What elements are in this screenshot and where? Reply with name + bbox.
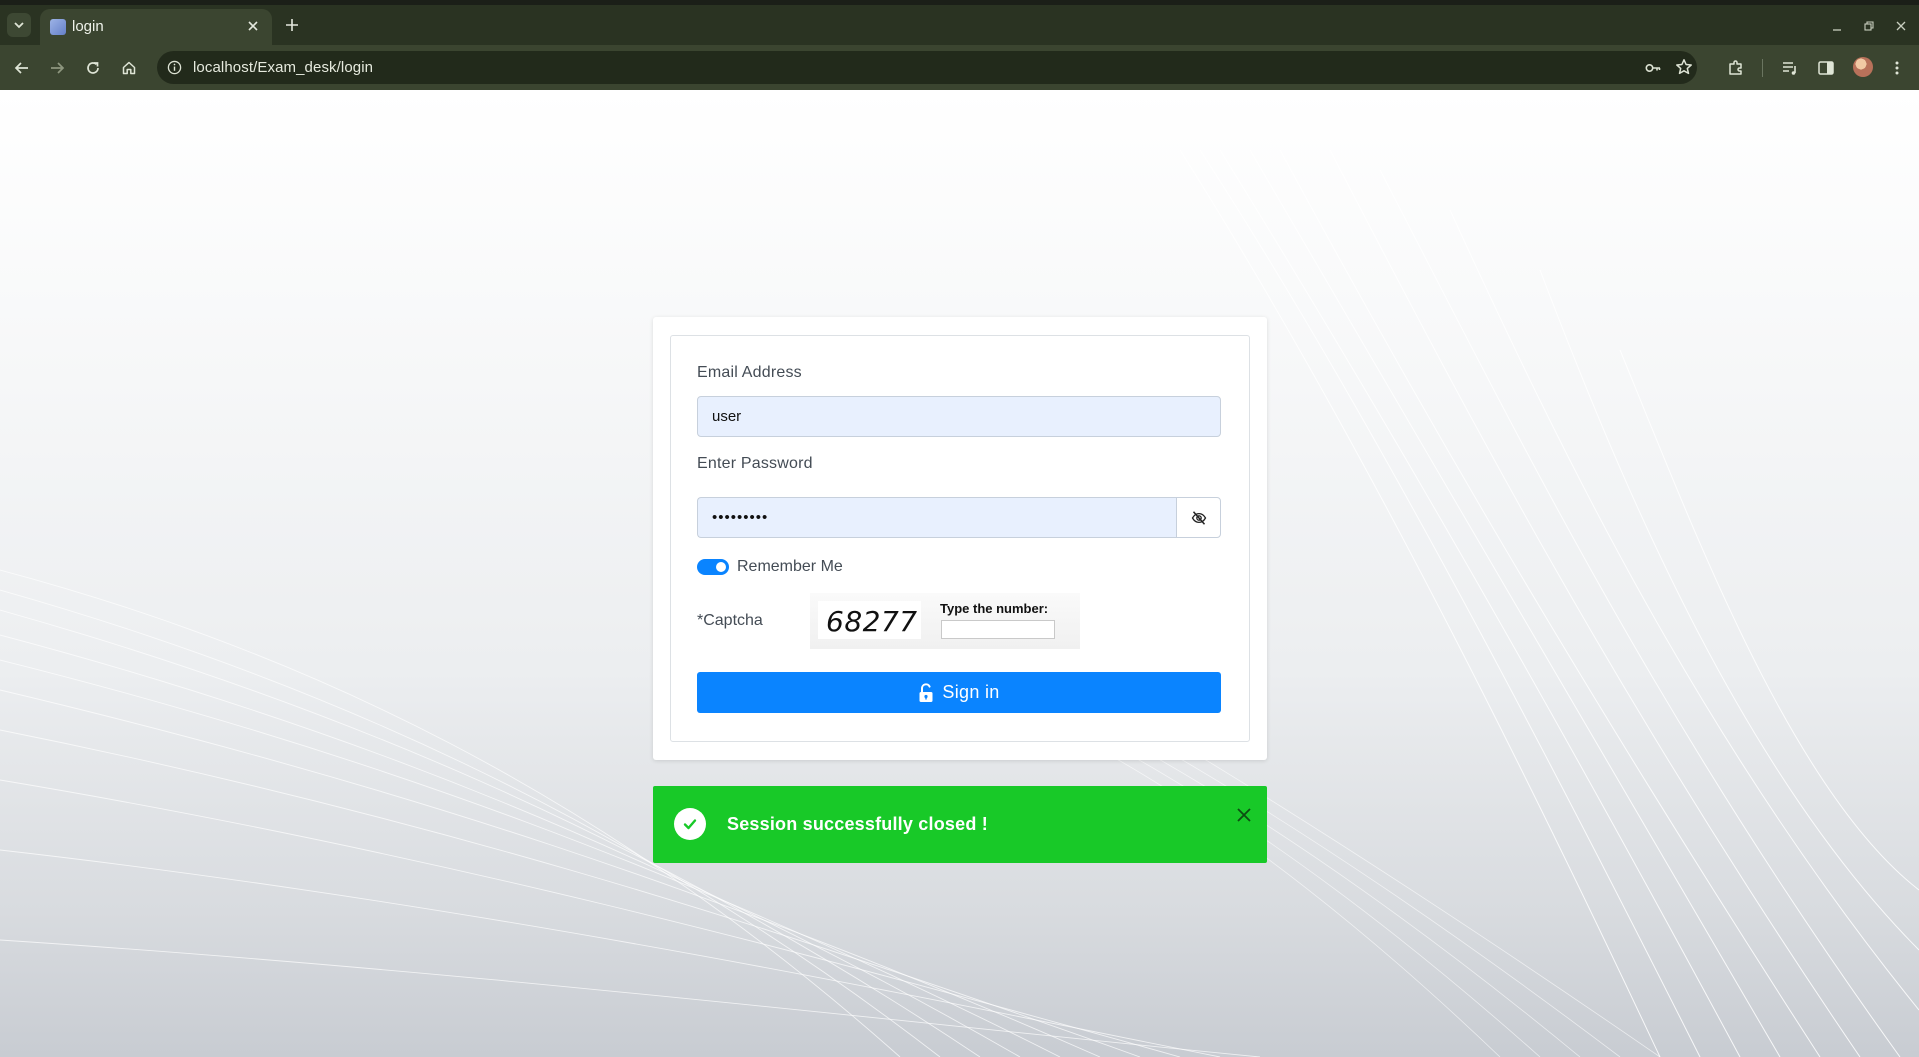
profile-avatar[interactable]	[1853, 57, 1873, 77]
toast-close-button[interactable]	[1233, 804, 1255, 826]
forward-button[interactable]	[45, 56, 69, 80]
page-viewport: Email Address Enter Password Remember Me…	[0, 90, 1919, 1057]
site-favicon-icon	[50, 19, 66, 35]
close-icon	[1237, 808, 1251, 822]
tab-search-button[interactable]	[7, 13, 31, 37]
kebab-menu-icon	[1895, 61, 1899, 75]
check-circle-icon	[674, 808, 706, 840]
login-form: Email Address Enter Password Remember Me…	[670, 335, 1250, 742]
playlist-icon	[1783, 62, 1796, 75]
sign-in-label: Sign in	[942, 682, 1000, 702]
unlock-icon	[919, 682, 933, 702]
minimize-button[interactable]	[1829, 18, 1845, 34]
restore-button[interactable]	[1861, 18, 1877, 34]
bookmark-star-icon[interactable]	[1675, 58, 1693, 76]
site-info-icon[interactable]	[166, 59, 183, 76]
captcha-number: 68277	[826, 605, 918, 638]
side-panel-icon	[1818, 61, 1834, 75]
restore-icon	[1864, 21, 1874, 31]
arrow-left-icon	[14, 62, 28, 74]
arrow-right-icon	[51, 62, 65, 74]
toggle-password-visibility-button[interactable]	[1176, 497, 1221, 538]
password-label: Enter Password	[697, 455, 813, 472]
reload-button[interactable]	[81, 56, 105, 80]
remember-me-label[interactable]: Remember Me	[737, 558, 843, 576]
minimize-icon	[1833, 29, 1841, 31]
sign-in-button[interactable]: Sign in	[697, 672, 1221, 713]
remember-me-toggle[interactable]	[697, 559, 729, 575]
back-button[interactable]	[10, 56, 34, 80]
side-panel-button[interactable]	[1814, 56, 1838, 80]
captcha-label: *Captcha	[697, 612, 763, 629]
tab-title: login	[72, 18, 104, 35]
reload-icon	[87, 62, 99, 74]
tab-bar: login	[0, 5, 1919, 45]
toast-message: Session successfully closed !	[727, 814, 988, 834]
toolbar-separator	[1762, 59, 1763, 77]
close-icon	[248, 21, 258, 31]
media-controls-button[interactable]	[1778, 56, 1802, 80]
plus-icon	[286, 19, 298, 31]
tab-close-button[interactable]	[242, 15, 264, 37]
browser-menu-button[interactable]	[1885, 56, 1909, 80]
close-icon	[1896, 21, 1906, 31]
email-label: Email Address	[697, 364, 802, 381]
address-bar[interactable]: localhost/Exam_desk/login	[157, 51, 1697, 84]
home-icon	[122, 61, 136, 75]
toggle-knob	[716, 562, 726, 572]
email-field[interactable]	[697, 396, 1221, 437]
puzzle-icon	[1729, 60, 1742, 75]
password-field[interactable]	[697, 497, 1177, 538]
url-text[interactable]: localhost/Exam_desk/login	[193, 59, 373, 76]
chevron-down-icon	[14, 22, 24, 29]
browser-toolbar: localhost/Exam_desk/login	[0, 45, 1919, 90]
success-toast: Session successfully closed !	[653, 786, 1267, 863]
login-card: Email Address Enter Password Remember Me…	[653, 317, 1267, 760]
captcha-prompt: Type the number:	[940, 601, 1049, 616]
password-key-icon[interactable]	[1644, 59, 1662, 77]
captcha-widget: 68277 Type the number:	[810, 593, 1080, 649]
captcha-input[interactable]	[941, 620, 1055, 639]
captcha-image: 68277	[818, 601, 921, 639]
window-close-button[interactable]	[1893, 18, 1909, 34]
browser-tab[interactable]: login	[40, 9, 272, 45]
eye-slash-icon	[1191, 510, 1206, 525]
extensions-button[interactable]	[1724, 56, 1748, 80]
new-tab-button[interactable]	[281, 14, 303, 36]
home-button[interactable]	[117, 56, 141, 80]
